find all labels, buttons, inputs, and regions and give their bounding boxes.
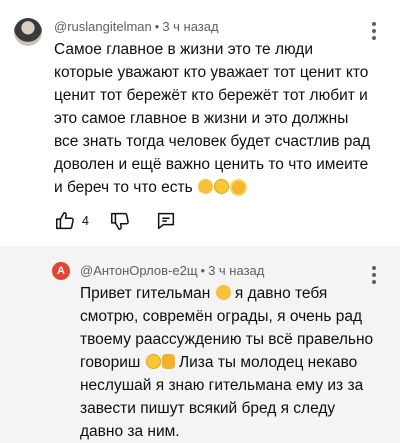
smiling-face-emoji <box>145 354 161 369</box>
sun-emoji <box>232 181 246 194</box>
author-name[interactable]: @АнтонОрлов-е2щ <box>80 263 198 278</box>
comment-text: Самое главное в жизни это те люди которы… <box>54 38 374 199</box>
comment-body-part-1: Привет гительман <box>80 285 211 302</box>
hugging-face-emoji <box>198 179 214 194</box>
separator: • <box>200 263 206 278</box>
comment-actions: 4 <box>54 208 177 234</box>
timestamp[interactable]: 3 ч назад <box>162 19 218 34</box>
thumbs-down-icon <box>110 212 129 230</box>
comment-meta: @ruslangitelman • 3 ч назад <box>54 19 219 34</box>
comment: @ruslangitelman • 3 ч назад Самое главное … <box>0 0 400 246</box>
dislike-button[interactable] <box>109 210 131 232</box>
avatar[interactable]: А <box>52 262 70 280</box>
like-count: 4 <box>82 214 89 228</box>
avatar-letter: А <box>57 265 65 277</box>
author-name[interactable]: @ruslangitelman <box>54 19 152 34</box>
separator: • <box>154 19 160 34</box>
hugging-face-emoji <box>215 285 231 300</box>
thumbs-up-icon <box>56 212 74 230</box>
comment-body: Самое главное в жизни это те люди которы… <box>54 41 371 196</box>
comment-meta: @АнтонОрлов-е2щ • 3 ч назад <box>80 263 264 278</box>
reply-bubble-icon <box>157 212 175 230</box>
reply-button[interactable] <box>155 210 177 232</box>
thumbs-up-emoji <box>161 354 175 369</box>
comment-text: Привет гительман я давно тебя смотрю, со… <box>80 282 380 443</box>
timestamp[interactable]: 3 ч назад <box>208 263 264 278</box>
avatar[interactable] <box>14 18 42 46</box>
like-button[interactable]: 4 <box>54 210 89 232</box>
smiling-face-emoji <box>214 179 230 194</box>
